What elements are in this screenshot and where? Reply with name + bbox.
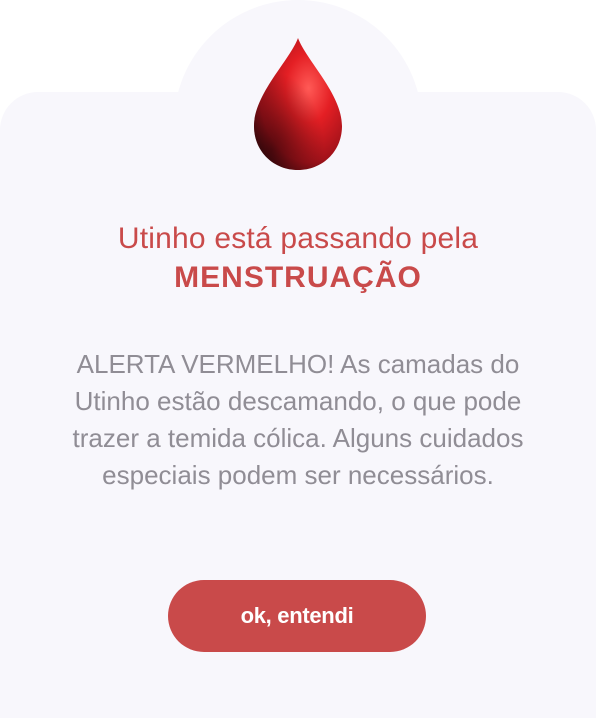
ok-button[interactable]: ok, entendi xyxy=(168,580,426,652)
alert-message: ALERTA VERMELHO! As camadas do Utinho es… xyxy=(72,349,524,490)
alert-title: Utinho está passando pela xyxy=(117,222,479,255)
alert-title-emphasis: MENSTRUAÇÃO xyxy=(174,261,422,294)
blood-drop-icon xyxy=(248,36,348,172)
